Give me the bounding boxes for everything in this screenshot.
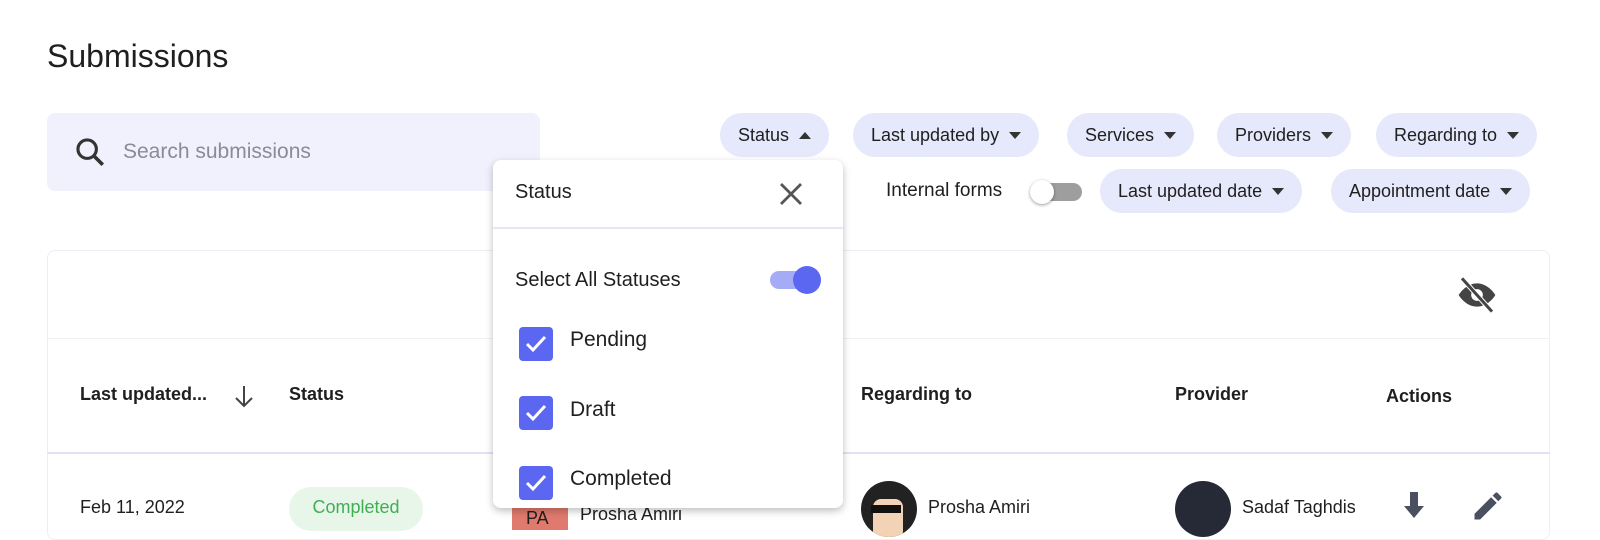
select-all-label: Select All Statuses	[515, 269, 681, 291]
column-actions: Actions	[1386, 386, 1453, 406]
appointment-date-filter-chip[interactable]: Appointment date	[1331, 169, 1531, 213]
checkmark-icon	[525, 335, 547, 353]
caret-down-icon	[1164, 131, 1177, 139]
sort-descending-icon[interactable]	[232, 384, 256, 410]
column-provider[interactable]: Provider	[1175, 384, 1248, 405]
services-filter-chip[interactable]: Services	[1067, 113, 1195, 157]
status-filter-label: Status	[738, 124, 790, 145]
last-updated-by-label: Last updated by	[871, 124, 1000, 145]
caret-up-icon	[799, 131, 812, 139]
select-all-toggle[interactable]	[770, 264, 822, 294]
row-date: Feb 11, 2022	[80, 497, 185, 517]
status-dropdown: Status Select All Statuses Pending Draft…	[493, 160, 843, 508]
internal-forms-label: Internal forms	[886, 180, 1003, 201]
download-icon[interactable]	[1401, 490, 1427, 524]
regarding-avatar	[861, 481, 917, 537]
pending-checkbox[interactable]	[519, 327, 553, 361]
checkmark-icon	[525, 474, 547, 492]
status-filter-chip[interactable]: Status	[720, 113, 830, 157]
appointment-date-label: Appointment date	[1349, 180, 1491, 201]
caret-down-icon	[1500, 187, 1513, 195]
page-title: Submissions	[47, 38, 229, 74]
caret-down-icon	[1272, 187, 1285, 195]
completed-label: Completed	[570, 467, 672, 490]
internal-forms-toggle[interactable]	[1030, 180, 1082, 204]
last-updated-by-filter-chip[interactable]: Last updated by	[853, 113, 1040, 157]
last-updated-date-label: Last updated date	[1118, 180, 1263, 201]
edit-icon[interactable]	[1470, 488, 1506, 524]
regarding-name: Prosha Amiri	[928, 497, 1031, 517]
checkmark-icon	[525, 404, 547, 422]
caret-down-icon	[1507, 131, 1520, 139]
regarding-to-label: Regarding to	[1394, 124, 1498, 145]
close-icon[interactable]	[776, 179, 806, 209]
draft-checkbox[interactable]	[519, 396, 553, 430]
dropdown-title: Status	[515, 181, 572, 203]
search-icon	[76, 138, 105, 167]
column-last-updated[interactable]: Last updated...	[80, 384, 207, 405]
last-updated-date-filter-chip[interactable]: Last updated date	[1100, 169, 1303, 213]
regarding-to-filter-chip[interactable]: Regarding to	[1376, 113, 1538, 157]
hide-columns-icon[interactable]	[1455, 275, 1499, 315]
services-label: Services	[1085, 124, 1155, 145]
search-bar[interactable]	[47, 113, 540, 191]
provider-name: Sadaf Taghdis	[1242, 497, 1356, 517]
providers-label: Providers	[1235, 124, 1312, 145]
pending-label: Pending	[570, 328, 648, 351]
caret-down-icon	[1009, 131, 1022, 139]
provider-avatar	[1175, 481, 1231, 537]
caret-down-icon	[1321, 131, 1334, 139]
search-input[interactable]	[123, 140, 503, 164]
completed-checkbox[interactable]	[519, 466, 553, 500]
providers-filter-chip[interactable]: Providers	[1217, 113, 1352, 157]
status-badge: Completed	[289, 487, 423, 531]
draft-label: Draft	[570, 398, 616, 421]
column-regarding-to[interactable]: Regarding to	[861, 384, 972, 405]
column-status[interactable]: Status	[289, 384, 344, 405]
